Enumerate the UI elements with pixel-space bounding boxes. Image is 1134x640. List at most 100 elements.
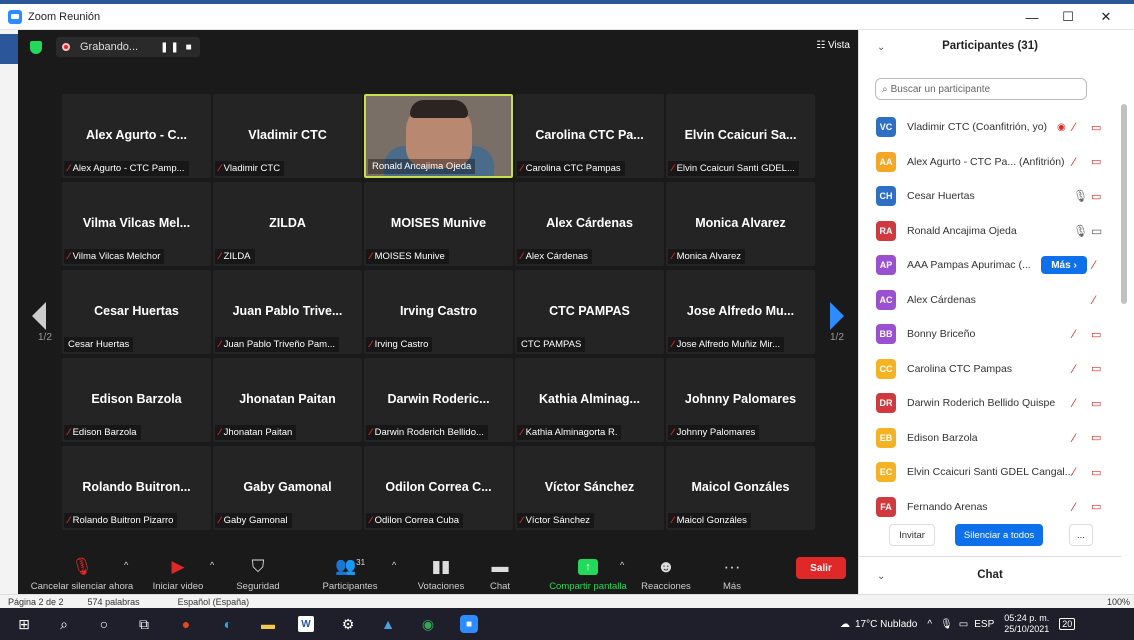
- zoom-taskbar-icon[interactable]: ■: [460, 615, 478, 633]
- start-video-button[interactable]: ▶ Iniciar video: [142, 550, 214, 596]
- avatar: BB: [876, 324, 896, 344]
- weather-text[interactable]: 17°C Nublado: [855, 619, 917, 630]
- polls-button[interactable]: ▮▮ Votaciones: [410, 550, 472, 596]
- chrome-icon[interactable]: ◉: [418, 614, 438, 634]
- participant-tile-label: ⁄ Vladimir CTC: [215, 161, 285, 176]
- photos-icon[interactable]: ▲: [378, 614, 398, 634]
- participant-row[interactable]: AA Alex Agurto - CTC Pa... (Anfitrión) ⁄ ▭: [859, 145, 1121, 179]
- participant-tile-name: Odilon Correa C...: [385, 480, 492, 494]
- participant-tile[interactable]: CTC PAMPAS CTC PAMPAS: [515, 270, 664, 354]
- avatar: FA: [876, 496, 896, 517]
- search-icon[interactable]: ⌕: [54, 614, 74, 634]
- participant-tile[interactable]: Odilon Correa C... ⁄ Odilon Correa Cuba: [364, 446, 513, 530]
- participant-row[interactable]: CC Carolina CTC Pampas ⁄ ▭: [859, 352, 1121, 386]
- participant-tile[interactable]: Darwin Roderic... ⁄ Darwin Roderich Bellid…: [364, 358, 513, 442]
- windows-start-icon[interactable]: ⊞: [14, 614, 34, 634]
- network-icon[interactable]: ▭: [959, 619, 968, 630]
- maximize-button[interactable]: ☐: [1050, 4, 1086, 30]
- more-options-button[interactable]: ...: [1069, 524, 1093, 546]
- participant-row[interactable]: EC Elvin Ccaicuri Santi GDEL Cangal... ⁄ ▭: [859, 455, 1121, 489]
- clock[interactable]: 05:24 p. m. 25/10/2021: [1004, 613, 1049, 635]
- invite-button[interactable]: Invitar: [889, 524, 935, 546]
- participant-tile[interactable]: ZILDA ⁄ ZILDA: [213, 182, 362, 266]
- participant-row[interactable]: RA Ronald Ancajima Ojeda 🎙 ▭: [859, 214, 1121, 248]
- edge-icon[interactable]: ◐: [218, 614, 238, 634]
- participant-row[interactable]: DR Darwin Roderich Bellido Quispe ⁄ ▭: [859, 386, 1121, 420]
- video-caret-icon[interactable]: ^: [210, 560, 214, 570]
- participant-row[interactable]: BB Bonny Briceño ⁄ ▭: [859, 317, 1121, 351]
- recording-indicator[interactable]: Grabando... ❚❚ ■: [56, 37, 200, 57]
- panel-scrollbar[interactable]: [1121, 104, 1127, 304]
- participant-row[interactable]: FA Fernando Arenas ⁄ ▭: [859, 490, 1121, 524]
- chat-icon: ▬: [491, 557, 509, 576]
- participant-tile[interactable]: Jose Alfredo Mu... ⁄ Jose Alfredo Muñiz Mi…: [666, 270, 815, 354]
- mic-muted-icon: ⁄: [1073, 154, 1076, 169]
- opera-icon[interactable]: ●: [176, 614, 196, 634]
- lang-indicator[interactable]: ESP: [974, 619, 994, 630]
- mic-tray-icon[interactable]: 🎙: [940, 619, 953, 630]
- unmute-caret-icon[interactable]: ^: [124, 560, 128, 570]
- participant-tile[interactable]: Ronald Ancajima Ojeda: [364, 94, 513, 178]
- unmute-button[interactable]: 🎙 Cancelar silenciar ahora: [26, 550, 138, 596]
- participant-tile[interactable]: Vladimir CTC ⁄ Vladimir CTC: [213, 94, 362, 178]
- participant-tile[interactable]: Elvin Ccaicuri Sa... ⁄ Elvin Ccaicuri Sant…: [666, 94, 815, 178]
- participant-tile[interactable]: Carolina CTC Pa... ⁄ Carolina CTC Pampas: [515, 94, 664, 178]
- emoji-icon: ☻: [657, 557, 675, 576]
- participant-tile[interactable]: Kathia Alminag... ⁄ Kathia Alminagorta R.: [515, 358, 664, 442]
- word-icon[interactable]: W: [298, 616, 314, 632]
- participant-tile[interactable]: Irving Castro ⁄ Irving Castro: [364, 270, 513, 354]
- participants-caret-icon[interactable]: ^: [392, 560, 396, 570]
- reactions-button[interactable]: ☻ Reacciones: [638, 550, 694, 596]
- video-off-icon: ▭: [1091, 190, 1102, 203]
- participant-row[interactable]: VC Vladimir CTC (Coanfitrión, yo) ◉ ⁄ ▭: [859, 110, 1121, 144]
- shield-icon[interactable]: [30, 40, 42, 54]
- chat-button[interactable]: ▬ Chat: [480, 550, 520, 596]
- participant-tile-name: Carolina CTC Pa...: [535, 128, 644, 142]
- participant-tile[interactable]: Maicol Gonzáles ⁄ Maicol Gonzáles: [666, 446, 815, 530]
- participant-tile[interactable]: Edison Barzola ⁄ Edison Barzola: [62, 358, 211, 442]
- participant-row[interactable]: AP AAA Pampas Apurimac (... Más › ⁄: [859, 248, 1121, 282]
- participant-tile[interactable]: Rolando Buitron... ⁄ Rolando Buitron Pizar…: [62, 446, 211, 530]
- task-view-icon[interactable]: ⧉: [134, 614, 154, 634]
- more-actions-button[interactable]: Más ›: [1041, 256, 1087, 274]
- participant-search-input[interactable]: ⌕ Buscar un participante: [875, 78, 1087, 100]
- tray-caret-icon[interactable]: ^: [927, 619, 932, 630]
- recording-controls[interactable]: ❚❚ ■: [160, 42, 194, 53]
- settings-gear-icon[interactable]: ⚙: [338, 614, 358, 634]
- participant-tile[interactable]: Gaby Gamonal ⁄ Gaby Gamonal: [213, 446, 362, 530]
- participant-row[interactable]: CH Cesar Huertas 🎙 ▭: [859, 179, 1121, 213]
- page-indicator-right: 1/2: [830, 332, 844, 343]
- participant-tile[interactable]: Vilma Vilcas Mel... ⁄ Vilma Vilcas Melchor: [62, 182, 211, 266]
- video-off-icon: ▭: [1091, 121, 1102, 134]
- security-button[interactable]: ⛉ Seguridad: [228, 550, 288, 596]
- participant-tile[interactable]: Jhonatan Paitan ⁄ Jhonatan Paitan: [213, 358, 362, 442]
- participant-tile-label: ⁄ Víctor Sánchez: [517, 513, 595, 528]
- next-page-arrow-icon[interactable]: [830, 302, 844, 330]
- participant-tile[interactable]: Alex Cárdenas ⁄ Alex Cárdenas: [515, 182, 664, 266]
- prev-page-arrow-icon[interactable]: [32, 302, 46, 330]
- notification-badge[interactable]: 20: [1059, 618, 1076, 630]
- mic-on-icon: 🎙: [1073, 223, 1089, 238]
- participant-tile[interactable]: Cesar Huertas Cesar Huertas: [62, 270, 211, 354]
- mute-all-button[interactable]: Silenciar a todos: [955, 524, 1043, 546]
- leave-button[interactable]: Salir: [796, 557, 846, 579]
- more-button[interactable]: ··· Más: [712, 550, 752, 596]
- participant-tile[interactable]: Johnny Palomares ⁄ Johnny Palomares: [666, 358, 815, 442]
- participant-tile[interactable]: Víctor Sánchez ⁄ Víctor Sánchez: [515, 446, 664, 530]
- share-caret-icon[interactable]: ^: [620, 560, 624, 570]
- close-button[interactable]: ✕: [1088, 4, 1124, 30]
- participant-tile[interactable]: Alex Agurto - C... ⁄ Alex Agurto - CTC Pam…: [62, 94, 211, 178]
- minimize-button[interactable]: —: [1014, 4, 1050, 30]
- participant-tile[interactable]: MOISES Munive ⁄ MOISES Munive: [364, 182, 513, 266]
- participant-tile[interactable]: Juan Pablo Trive... ⁄ Juan Pablo Triveño P…: [213, 270, 362, 354]
- participant-tile[interactable]: Monica Alvarez ⁄ Monica Alvarez: [666, 182, 815, 266]
- zoom-level[interactable]: 100%: [1107, 597, 1130, 607]
- file-explorer-icon[interactable]: ▬: [258, 614, 278, 634]
- cortana-icon[interactable]: ○: [94, 614, 114, 634]
- participant-row[interactable]: EB Edison Barzola ⁄ ▭: [859, 421, 1121, 455]
- participants-button[interactable]: 👥31 Participantes: [310, 550, 390, 596]
- view-button[interactable]: ☷ Vista: [816, 40, 850, 51]
- share-screen-button[interactable]: ↑ Compartir pantalla: [538, 550, 638, 596]
- language-status[interactable]: Español (España): [178, 597, 250, 607]
- participant-row[interactable]: AC Alex Cárdenas ⁄: [859, 283, 1121, 317]
